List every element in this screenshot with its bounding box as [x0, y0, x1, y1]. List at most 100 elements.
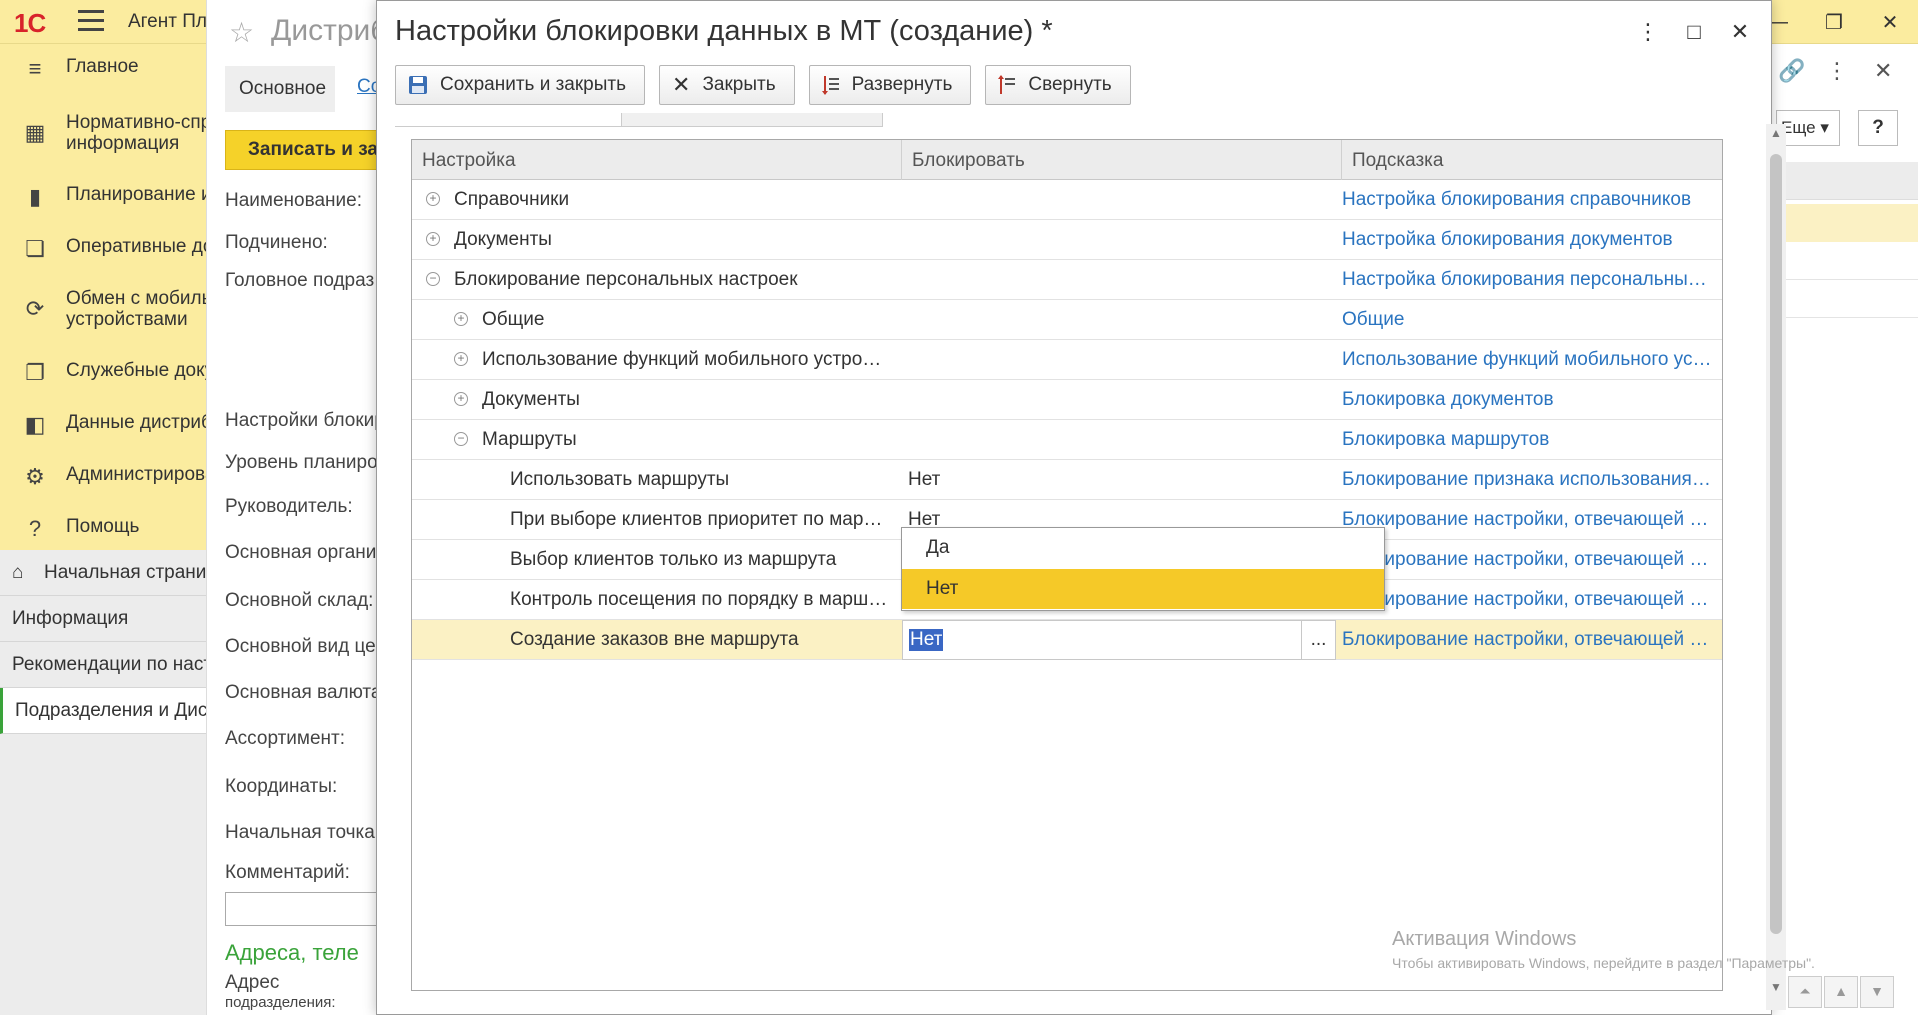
expand-label: Развернуть [851, 74, 953, 95]
hint-link[interactable]: Общие [1342, 300, 1714, 340]
manager-label: Руководитель: [225, 496, 353, 517]
open-window-info[interactable]: Информация [0, 596, 206, 642]
windows-activation-watermark: Активация Windows Чтобы активировать Win… [1392, 928, 1815, 971]
tree-row[interactable]: Использовать маршруты Нет Блокирование при… [412, 460, 1722, 500]
sidebar-item-mobile-exchange[interactable]: ⟳ Обмен с мобиль устройствами [0, 288, 212, 336]
dialog-window-controls: ⋮ □ ✕ [1625, 15, 1763, 49]
tree-row[interactable]: − Блокирование персональных настроек Настр… [412, 260, 1722, 300]
expand-node-icon[interactable]: + [454, 312, 468, 326]
setting-name: Контроль посещения по порядку в марш… [510, 589, 888, 610]
tree-row[interactable]: + Документы Блокировка документов [412, 380, 1722, 420]
hint-link[interactable]: Блокирование признака использования … [1342, 460, 1714, 500]
menu-burger-icon[interactable] [78, 10, 104, 32]
expand-node-icon[interactable]: + [454, 392, 468, 406]
help-button[interactable]: ? [1858, 110, 1898, 146]
more-vertical-icon[interactable]: ⋮ [1826, 58, 1848, 84]
close-icon[interactable]: ✕ [1874, 58, 1892, 84]
tab-main[interactable]: Основное [225, 66, 335, 112]
hint-link[interactable]: Блокирование настройки, отвечающей з… [1342, 540, 1714, 580]
expand-node-icon[interactable]: + [426, 232, 440, 246]
sidebar-item-label: Оперативные до [66, 236, 214, 257]
tree-row[interactable]: + Справочники Настройка блокирования справ… [412, 180, 1722, 220]
tree-row[interactable]: + Использование функций мобильного устро…… [412, 340, 1722, 380]
main-price-type-label: Основной вид це [225, 636, 376, 657]
close-label: Закрыть [702, 74, 776, 95]
block-value[interactable]: Нет [908, 460, 940, 500]
hint-link[interactable]: Блокирование настройки, отвечающей … [1342, 620, 1714, 660]
block-value-input[interactable]: Нет [909, 629, 944, 651]
vertical-scrollbar[interactable] [1766, 124, 1786, 1010]
hint-link[interactable]: Настройка блокирования персональных… [1342, 260, 1714, 300]
open-windows-panel: ⌂ Начальная страни Информация Рекомендаци… [0, 550, 206, 1015]
list-row-selected[interactable] [1774, 204, 1918, 242]
dropdown-option-no[interactable]: Нет [902, 569, 1384, 609]
collapse-node-icon[interactable]: − [454, 432, 468, 446]
sidebar-item-label: Обмен с мобиль устройствами [66, 288, 212, 330]
service-docs-icon: ❐ [25, 360, 45, 385]
hint-link[interactable]: Блокировка документов [1342, 380, 1714, 420]
open-window-departments[interactable]: Подразделения и Дист [0, 688, 206, 734]
open-window-label: Рекомендации по наст [12, 654, 206, 675]
open-window-home[interactable]: ⌂ Начальная страни [0, 550, 206, 596]
choose-button[interactable]: ... [1301, 621, 1335, 659]
tree-row[interactable]: − Маршруты Блокировка маршрутов [412, 420, 1722, 460]
link-icon[interactable]: 🔗 [1778, 58, 1805, 84]
expand-button[interactable]: Развернуть [808, 65, 972, 105]
sidebar-item-main[interactable]: ≡ Главное [0, 56, 206, 86]
favorite-star-icon[interactable]: ☆ [229, 16, 254, 49]
sidebar-item-operational[interactable]: ❏ Оперативные до [0, 236, 213, 266]
sidebar-item-label: Планирование и [66, 184, 212, 205]
sidebar-item-planning[interactable]: ▮ Планирование и [0, 184, 212, 214]
sidebar-item-service-docs[interactable]: ❐ Служебные доку [0, 360, 214, 390]
sidebar-item-help[interactable]: ? Помощь [0, 516, 206, 546]
column-header-setting[interactable]: Настройка [412, 140, 902, 180]
hint-link[interactable]: Использование функций мобильного ус… [1342, 340, 1714, 380]
close-button[interactable]: ✕ Закрыть [659, 65, 795, 105]
collapse-button[interactable]: Свернуть [985, 65, 1131, 105]
hint-link[interactable]: Блокирование настройки, отвечающей з… [1342, 500, 1714, 540]
watermark-title: Активация Windows [1392, 928, 1577, 950]
column-header-block[interactable]: Блокировать [902, 140, 1342, 180]
comment-input[interactable] [225, 892, 378, 926]
scroll-up-arrow-icon[interactable]: ▲ [1770, 126, 1782, 140]
maximize-icon[interactable]: □ [1671, 15, 1717, 49]
tree-row[interactable]: Создание заказов вне маршрута Нет... Блоки… [412, 620, 1722, 660]
hint-link[interactable]: Блокировка маршрутов [1342, 420, 1714, 460]
hint-link[interactable]: Блокирование настройки, отвечающей з… [1342, 580, 1714, 620]
setting-name: Документы [482, 389, 580, 410]
save-disk-icon [408, 75, 428, 95]
block-value-editor[interactable]: Нет... [902, 620, 1336, 660]
home-icon: ⌂ [12, 562, 24, 583]
nav-first-icon[interactable]: ⏶ [1788, 976, 1822, 1008]
close-window-button[interactable]: ✕ [1862, 0, 1918, 44]
restore-window-button[interactable]: ❐ [1806, 0, 1862, 44]
scroll-down-arrow-icon[interactable]: ▼ [1770, 980, 1782, 994]
nav-next-icon[interactable]: ▼ [1860, 976, 1894, 1008]
collapse-node-icon[interactable]: − [426, 272, 440, 286]
column-header-hint[interactable]: Подсказка [1342, 140, 1722, 180]
list-row[interactable] [1774, 280, 1918, 318]
hint-link[interactable]: Настройка блокирования документов [1342, 220, 1714, 260]
tree-row[interactable]: + Документы Настройка блокирования докумен… [412, 220, 1722, 260]
list-row[interactable] [1774, 242, 1918, 280]
nav-prev-icon[interactable]: ▲ [1824, 976, 1858, 1008]
collapse-tree-icon [998, 74, 1016, 96]
sidebar-item-distributor-data[interactable]: ◧ Данные дистриб [0, 412, 212, 442]
setting-name: Использовать маршруты [510, 469, 730, 490]
sidebar-item-admin[interactable]: ⚙ Администрирова [0, 464, 215, 494]
more-vertical-icon[interactable]: ⋮ [1625, 15, 1671, 49]
open-window-recommendations[interactable]: Рекомендации по наст [0, 642, 206, 688]
scrollbar-thumb[interactable] [1770, 154, 1782, 934]
setting-name: Документы [454, 229, 552, 250]
tree-row[interactable]: + Общие Общие [412, 300, 1722, 340]
save-and-close-button[interactable]: Сохранить и закрыть [395, 65, 646, 105]
close-icon[interactable]: ✕ [1717, 15, 1763, 49]
dropdown-option-yes[interactable]: Да [902, 528, 1384, 568]
save-and-close-label: Сохранить и закрыть [440, 74, 627, 95]
write-and-close-button[interactable]: Записать и за [225, 130, 378, 170]
expand-node-icon[interactable]: + [426, 192, 440, 206]
sidebar-item-reference[interactable]: ▦ Нормативно-спр информация [0, 112, 212, 160]
tab-second[interactable]: Со [357, 76, 378, 98]
expand-node-icon[interactable]: + [454, 352, 468, 366]
hint-link[interactable]: Настройка блокирования справочников [1342, 180, 1714, 220]
